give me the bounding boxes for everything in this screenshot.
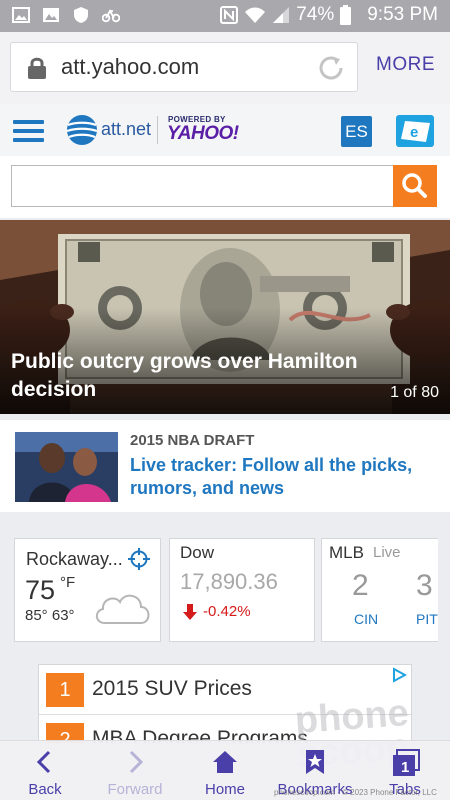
lock-icon [28,57,46,79]
news-kicker: 2015 NBA DRAFT [130,432,255,449]
site-logo[interactable]: att.net [101,119,151,140]
stock-index-name: Dow [180,543,215,562]
ad-number: 1 [46,673,84,707]
home-button[interactable]: Home [180,741,270,800]
news-card[interactable]: 2015 NBA DRAFT Live tracker: Follow all … [0,420,450,512]
cloud-icon [95,594,150,624]
weather-temperature: 75 [25,575,56,605]
search-button[interactable] [393,165,437,207]
ad-text[interactable]: 2015 SUV Prices [92,677,252,701]
mlb-widget[interactable]: MLB Live 2 3 CIN PIT [321,538,438,642]
home-icon [213,751,237,773]
nfc-icon [220,6,239,24]
slide-counter: 1 of 80 [390,384,439,401]
svg-text:1: 1 [401,759,409,776]
mlb-score-home: 2 [352,569,369,602]
url-text[interactable]: att.yahoo.com [61,54,199,80]
site-header: att.net POWERED BY YAHOO! ES e [0,104,450,156]
home-label: Home [204,781,245,798]
watermark-credit: phonescoop.com · © 2023 Phone Factor, LL… [274,788,437,797]
svg-text:e: e [410,124,418,141]
signal-icon [273,7,290,23]
clock: 9:53 PM [367,4,438,25]
weather-hi-lo: 85° 63° [25,607,75,624]
bookmark-icon [306,750,324,774]
back-icon [36,750,51,774]
stock-value: 17,890.36 [180,569,278,594]
stock-widget[interactable]: Dow 17,890.36 -0.42% [169,538,315,642]
mlb-live-label: Live [373,544,401,561]
shield-icon [74,7,88,23]
tabs-icon: 1 [393,749,420,776]
forward-label: Forward [107,781,163,798]
mlb-title: MLB [329,543,364,562]
mlb-team-home: CIN [354,611,379,627]
arrow-down-icon [183,604,197,620]
search-input[interactable] [11,165,393,207]
wifi-icon [245,7,266,23]
hero-headline[interactable]: Public outcry grows over Hamilton decisi… [11,348,371,404]
search-bar [0,156,450,218]
image-icon [43,8,59,22]
stock-change: -0.42% [203,603,251,620]
att-globe-icon [66,115,98,145]
weather-widget[interactable]: Rockaway... 75 °F 85° 63° [14,538,161,642]
hamburger-menu-icon[interactable] [13,120,44,142]
back-button[interactable]: Back [0,741,90,800]
status-bar: 74% 9:53 PM [0,0,450,32]
hero-story[interactable]: Public outcry grows over Hamilton decisi… [0,220,450,414]
weather-unit: °F [60,574,76,591]
gallery-icon [12,7,30,23]
weather-city: Rockaway... [26,549,123,569]
notification-icons [12,6,120,24]
battery-icon [340,5,352,25]
forward-icon [129,750,144,774]
news-thumbnail[interactable] [15,432,118,502]
mlb-score-away: 3 [416,569,433,602]
browser-toolbar: att.yahoo.com MORE [0,32,450,104]
mail-icon[interactable]: e [396,115,434,147]
system-icons: 74% 9:53 PM [220,4,438,26]
back-label: Back [28,781,62,798]
address-bar[interactable]: att.yahoo.com [10,42,358,92]
forward-button[interactable]: Forward [90,741,180,800]
news-headline[interactable]: Live tracker: Follow all the picks, rumo… [130,454,430,500]
reload-icon[interactable] [317,54,345,82]
bike-icon [102,9,120,23]
more-button[interactable]: MORE [376,54,435,76]
header-divider [157,116,158,144]
language-button[interactable]: ES [341,116,372,147]
battery-percent: 74% [296,4,335,25]
location-target-icon[interactable] [128,548,150,570]
mlb-team-away: PIT [416,611,438,627]
yahoo-logo: YAHOO! [167,123,239,144]
search-icon [402,173,427,198]
